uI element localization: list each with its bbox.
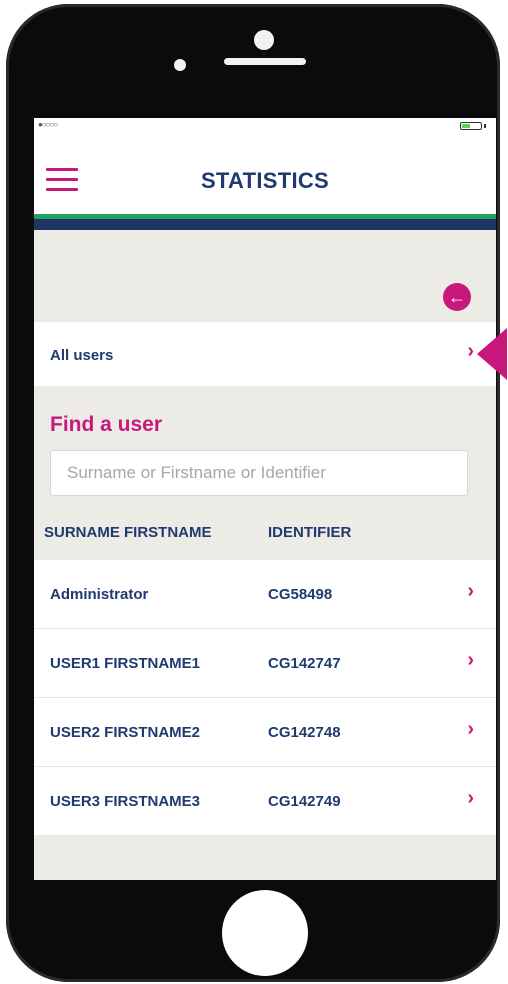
signal-icon: ●○○○○: [38, 120, 58, 129]
chevron-right-icon: ›: [467, 718, 474, 740]
app-screen: ●○○○○ STATISTICS ← All users › Find a us…: [34, 118, 496, 880]
find-user-title: Find a user: [50, 413, 163, 436]
pointer-arrow-icon: [477, 328, 507, 380]
users-table: Administrator CG58498 › USER1 FIRSTNAME1…: [34, 560, 496, 836]
table-row[interactable]: USER2 FIRSTNAME2 CG142748 ›: [34, 698, 496, 767]
user-name: Administrator: [50, 586, 149, 603]
user-identifier: CG142749: [268, 793, 341, 810]
proximity-sensor: [174, 59, 186, 71]
table-row[interactable]: USER3 FIRSTNAME3 CG142749 ›: [34, 767, 496, 836]
all-users-row[interactable]: All users ›: [34, 322, 496, 386]
user-identifier: CG142748: [268, 724, 341, 741]
all-users-label: All users: [50, 347, 114, 364]
back-arrow-icon[interactable]: ←: [443, 283, 471, 311]
chevron-right-icon: ›: [467, 787, 474, 809]
home-button[interactable]: [222, 890, 308, 976]
battery-icon: [460, 122, 482, 130]
column-header-name: SURNAME FIRSTNAME: [44, 524, 212, 541]
header-stripe-navy: [34, 219, 496, 230]
user-name: USER2 FIRSTNAME2: [50, 724, 201, 741]
user-identifier: CG142747: [268, 655, 341, 672]
chevron-right-icon: ›: [467, 649, 474, 671]
user-name: USER1 FIRSTNAME1: [50, 655, 201, 672]
user-identifier: CG58498: [268, 586, 333, 603]
table-row[interactable]: USER1 FIRSTNAME1 CG142747 ›: [34, 629, 496, 698]
chevron-right-icon: ›: [467, 580, 474, 602]
top-navigation-bar: STATISTICS: [34, 134, 496, 214]
status-bar: ●○○○○: [34, 118, 496, 134]
battery-tip: [484, 124, 486, 128]
search-input[interactable]: [50, 450, 468, 496]
chevron-right-icon: ›: [467, 340, 474, 362]
front-camera: [254, 30, 274, 50]
earpiece-speaker: [224, 58, 306, 65]
phone-frame: ●○○○○ STATISTICS ← All users › Find a us…: [6, 4, 500, 982]
table-row[interactable]: Administrator CG58498 ›: [34, 560, 496, 629]
user-name: USER3 FIRSTNAME3: [50, 793, 201, 810]
column-header-identifier: IDENTIFIER: [268, 524, 352, 541]
page-title: STATISTICS: [200, 168, 330, 193]
